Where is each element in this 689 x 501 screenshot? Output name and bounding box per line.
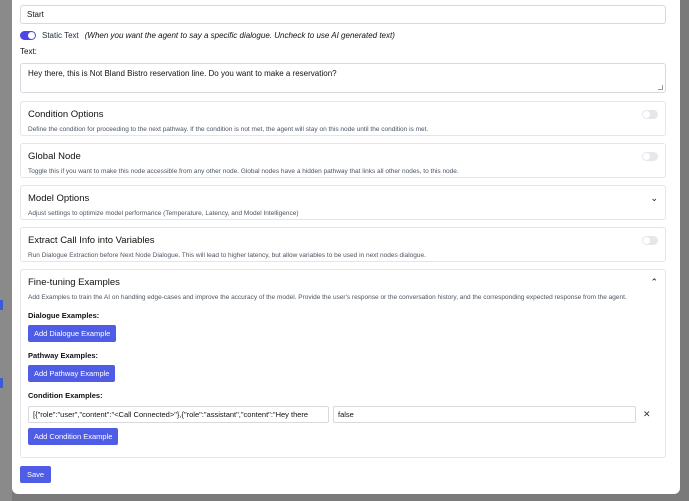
- extract-call-info-toggle[interactable]: [642, 236, 658, 245]
- section-title: Fine-tuning Examples: [28, 277, 120, 288]
- toggle-knob: [28, 31, 35, 39]
- static-text-row: Static Text (When you want the agent to …: [20, 29, 395, 41]
- toggle-knob: [643, 153, 650, 160]
- background-node-marker: [0, 378, 3, 388]
- section-description: Add Examples to train the AI on handling…: [28, 294, 627, 301]
- text-textarea[interactable]: Hey there, this is Not Bland Bistro rese…: [20, 63, 666, 93]
- condition-examples-heading: Condition Examples:: [28, 391, 103, 400]
- chevron-down-icon[interactable]: ⌄: [650, 194, 658, 203]
- extract-call-info-section: Extract Call Info into Variables Run Dia…: [20, 227, 666, 262]
- section-description: Define the condition for proceeding to t…: [28, 126, 429, 133]
- add-pathway-example-button[interactable]: Add Pathway Example: [28, 365, 116, 382]
- static-text-label: Static Text: [42, 30, 79, 40]
- global-node-toggle[interactable]: [642, 152, 658, 161]
- remove-example-icon[interactable]: ✕: [643, 409, 651, 420]
- pathway-examples-heading: Pathway Examples:: [28, 351, 99, 360]
- fine-tuning-section: Fine-tuning Examples Add Examples to tra…: [20, 269, 666, 458]
- node-name-input[interactable]: Start: [20, 5, 666, 24]
- condition-example-row: [{"role":"user","content":"<Call Connect…: [28, 406, 658, 423]
- section-title: Model Options: [28, 193, 90, 204]
- condition-options-toggle[interactable]: [642, 110, 658, 119]
- section-description: Run Dialogue Extraction before Next Node…: [28, 252, 426, 259]
- add-dialogue-example-button[interactable]: Add Dialogue Example: [28, 325, 117, 342]
- condition-options-section: Condition Options Define the condition f…: [20, 101, 666, 136]
- section-description: Toggle this if you want to make this nod…: [28, 168, 459, 175]
- section-title: Condition Options: [28, 109, 104, 120]
- condition-result-input[interactable]: false: [333, 406, 636, 423]
- static-text-hint: (When you want the agent to say a specif…: [84, 30, 395, 40]
- resize-handle-icon[interactable]: [658, 85, 663, 90]
- toggle-knob: [643, 237, 650, 244]
- section-title: Global Node: [28, 151, 81, 162]
- text-label: Text:: [20, 47, 37, 56]
- static-text-toggle[interactable]: [20, 30, 36, 40]
- add-condition-example-button[interactable]: Add Condition Example: [28, 428, 119, 445]
- section-description: Adjust settings to optimize model perfor…: [28, 210, 299, 217]
- condition-example-input[interactable]: [{"role":"user","content":"<Call Connect…: [28, 406, 329, 423]
- chevron-up-icon[interactable]: ⌃: [650, 278, 658, 287]
- background-overlay: [0, 0, 12, 501]
- dialogue-examples-heading: Dialogue Examples:: [28, 311, 100, 320]
- model-options-section[interactable]: Model Options Adjust settings to optimiz…: [20, 185, 666, 220]
- toggle-knob: [643, 111, 650, 118]
- section-title: Extract Call Info into Variables: [28, 235, 155, 246]
- background-node-marker: [0, 300, 3, 310]
- save-button[interactable]: Save: [20, 466, 52, 483]
- text-value: Hey there, this is Not Bland Bistro rese…: [28, 69, 337, 78]
- node-editor-modal: Start Static Text (When you want the age…: [12, 0, 680, 494]
- global-node-section: Global Node Toggle this if you want to m…: [20, 143, 666, 178]
